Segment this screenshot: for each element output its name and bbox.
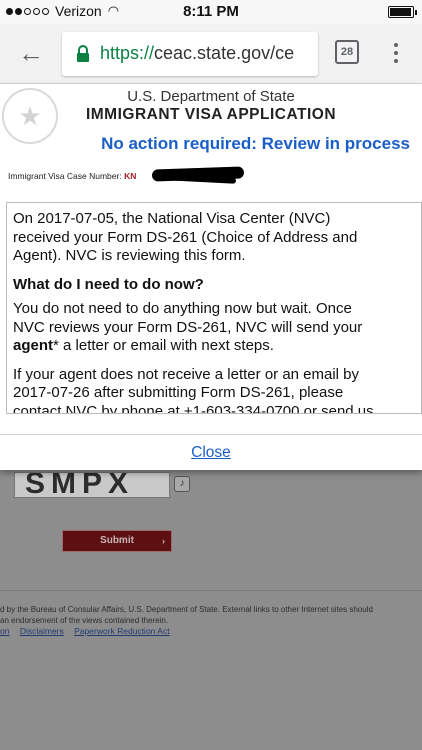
- divider: [0, 590, 422, 591]
- status-message: No action required: Review in process: [101, 134, 410, 153]
- contact-line: If your agent does not receive a letter …: [13, 365, 360, 383]
- department-name: U.S. Department of State: [127, 88, 295, 105]
- footer-links: on Disclaimers Paperwork Reduction Act: [0, 626, 178, 636]
- url-host: ceac.state.gov/ce: [154, 43, 295, 63]
- close-button[interactable]: Close: [0, 444, 422, 462]
- intro-line: On 2017-07-05, the National Visa Center …: [13, 210, 331, 227]
- case-number-value: KN: [124, 171, 137, 181]
- footer-line-1: d by the Bureau of Consular Affairs, U.S…: [0, 605, 373, 614]
- wait-paragraph: You do not need to do anything now but w…: [13, 300, 421, 356]
- submit-label: Submit: [100, 535, 134, 546]
- overflow-menu-icon[interactable]: [388, 40, 404, 66]
- status-modal: ★ U.S. Department of State IMMIGRANT VIS…: [0, 84, 422, 470]
- captcha-image: SMPX: [14, 472, 170, 498]
- divider: [0, 434, 422, 435]
- wait-line: You do not need to do anything now but w…: [13, 300, 352, 317]
- lock-icon: [77, 45, 89, 62]
- agent-line-rest: * a letter or email with next steps.: [53, 337, 274, 354]
- chevron-right-icon: ›: [162, 536, 165, 546]
- footer-link-paperwork[interactable]: Paperwork Reduction Act: [74, 626, 169, 636]
- status-bar: Verizon ◠ 8:11 PM: [0, 0, 422, 24]
- submit-button[interactable]: Submit ›: [62, 530, 172, 552]
- contact-paragraph: If your agent does not receive a letter …: [13, 365, 421, 414]
- back-arrow-icon[interactable]: ←: [18, 38, 48, 68]
- url-scheme: https://: [100, 43, 155, 63]
- intro-line: received your Form DS-261 (Choice of Add…: [13, 228, 358, 246]
- wait-line: NVC reviews your Form DS-261, NVC will s…: [13, 318, 363, 336]
- url-text: https://ceac.state.gov/ce: [100, 43, 294, 64]
- battery-icon: [388, 6, 417, 18]
- contact-line: 2017-07-26 after submitting Form DS-261,…: [13, 384, 344, 401]
- intro-line: Agent). NVC is reviewing this form.: [13, 247, 246, 264]
- tabs-icon[interactable]: 28: [335, 40, 359, 64]
- application-title: IMMIGRANT VISA APPLICATION: [85, 106, 337, 123]
- browser-toolbar: ← https://ceac.state.gov/ce 28: [0, 24, 422, 84]
- footer-link-privacy[interactable]: on: [0, 626, 9, 636]
- case-number-label: Immigrant Visa Case Number:: [8, 171, 122, 181]
- agent-term: agent: [13, 337, 54, 354]
- clock: 8:11 PM: [183, 3, 239, 20]
- intro-paragraph: On 2017-07-05, the National Visa Center …: [13, 210, 421, 266]
- footer-link-disclaimers[interactable]: Disclaimers: [20, 626, 64, 636]
- footer-text: d by the Bureau of Consular Affairs, U.S…: [0, 604, 422, 626]
- footer-line-2: an endorsement of the views contained th…: [0, 616, 169, 625]
- case-number-row: Immigrant Visa Case Number: KN: [8, 171, 136, 181]
- captcha-audio-icon[interactable]: ♪: [174, 476, 190, 492]
- address-bar[interactable]: https://ceac.state.gov/ce: [62, 32, 318, 76]
- next-steps-heading: What do I need to do now?: [13, 275, 204, 293]
- status-details[interactable]: On 2017-07-05, the National Visa Center …: [6, 202, 422, 414]
- contact-line: contact NVC by phone at +1-603-334-0700 …: [13, 402, 374, 414]
